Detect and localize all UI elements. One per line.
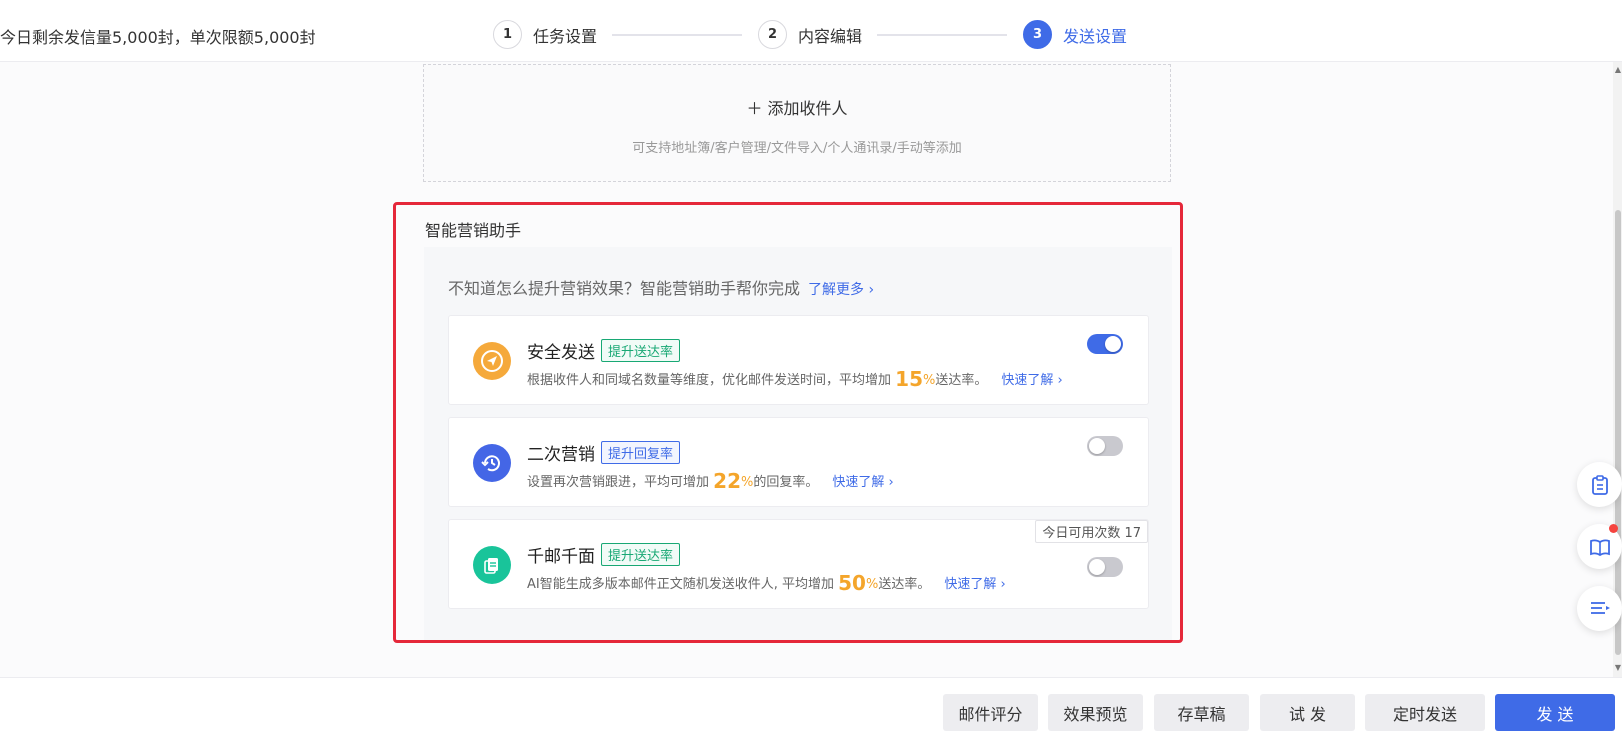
toggle-knob (1105, 336, 1121, 352)
preview-button[interactable]: 效果预览 (1048, 694, 1143, 731)
add-recipients-area[interactable]: ＋ 添加收件人 可支持地址簿/客户管理/文件导入/个人通讯录/手动等添加 (423, 64, 1171, 182)
save-draft-button[interactable]: 存草稿 (1154, 694, 1249, 731)
step-number: 1 (493, 20, 522, 49)
add-recipients-hint: 可支持地址簿/客户管理/文件导入/个人通讯录/手动等添加 (632, 141, 962, 156)
feature-desc-text: 设置再次营销跟进，平均可增加 (527, 475, 710, 490)
feature-description: 设置再次营销跟进，平均可增加 22%的回复率。 快速了解 › (527, 469, 894, 493)
feature-desc-text: 根据收件人和同域名数量等维度，优化邮件发送时间，平均增加 (527, 373, 892, 388)
step-label: 任务设置 (533, 26, 598, 46)
assistant-desc-text: 不知道怎么提升营销效果？智能营销助手帮你完成 (448, 279, 801, 298)
feature-desc-suffix: 的回复率。 (753, 475, 819, 490)
secondary-marketing-toggle[interactable] (1087, 436, 1123, 456)
feature-name-text: 安全发送 (527, 343, 595, 363)
top-bar: 今日剩余发信量5,000封，单次限额5,000封 1 任务设置 2 内容编辑 3… (0, 0, 1622, 62)
feature-description: 根据收件人和同域名数量等维度，优化邮件发送时间，平均增加 15%送达率。 快速了解… (527, 367, 1063, 391)
feature-percent-unit: % (741, 475, 754, 490)
feature-desc-suffix: 送达率。 (935, 373, 988, 388)
feature-percent-unit: % (923, 373, 936, 388)
feature-percent-unit: % (865, 577, 879, 592)
step-number: 3 (1023, 20, 1053, 49)
quick-learn-link[interactable]: 快速了解 › (1001, 373, 1062, 388)
outline-float-button[interactable] (1577, 586, 1622, 631)
send-icon (473, 342, 511, 380)
scrollbar-thumb[interactable] (1615, 210, 1621, 655)
step-connector (612, 33, 743, 36)
quick-learn-label: 快速了解 (1001, 373, 1054, 388)
daily-usage-badge: 今日可用次数 17 (1035, 520, 1148, 543)
feature-percent: 22 (713, 469, 741, 493)
step-label: 内容编辑 (798, 26, 863, 46)
feature-name-text: 二次营销 (527, 445, 595, 465)
add-recipients-label: 添加收件人 (767, 99, 848, 118)
list-icon (1590, 601, 1610, 614)
step-connector (877, 33, 1008, 36)
feature-desc-text: AI智能生成多版本邮件正文随机发送收件人, 平均增加 (527, 577, 834, 592)
chevron-right-icon: › (888, 475, 894, 490)
quick-learn-link[interactable]: 快速了解 › (832, 475, 893, 490)
daily-quota-text: 今日剩余发信量5,000封，单次限额5,000封 (0, 28, 316, 47)
copy-icon (473, 546, 511, 584)
add-recipients-button[interactable]: ＋ 添加收件人 (424, 95, 1170, 119)
feature-name: 二次营销 提升回复率 (527, 440, 681, 465)
step-send-settings[interactable]: 3 发送设置 (1023, 20, 1127, 49)
step-label: 发送设置 (1063, 26, 1128, 46)
scroll-up-arrow[interactable]: ▲ (1614, 66, 1622, 74)
assistant-title: 智能营销助手 (425, 221, 522, 240)
quick-learn-link[interactable]: 快速了解 › (944, 577, 1005, 592)
step-number: 2 (758, 20, 788, 49)
quick-learn-label: 快速了解 (832, 475, 885, 490)
chevron-right-icon: › (1000, 577, 1006, 592)
feature-description: AI智能生成多版本邮件正文随机发送收件人, 平均增加 50%送达率。 快速了解 › (527, 571, 1006, 595)
toggle-knob (1089, 559, 1105, 575)
smart-marketing-assistant: 智能营销助手 不知道怎么提升营销效果？智能营销助手帮你完成 了解更多 › 安全发送… (393, 202, 1183, 643)
guide-float-button[interactable] (1577, 524, 1622, 569)
feature-card-safe-send: 安全发送 提升送达率 根据收件人和同域名数量等维度，优化邮件发送时间，平均增加 1… (448, 315, 1149, 405)
learn-more-link[interactable]: 了解更多 › (808, 282, 874, 298)
step-indicator: 1 任务设置 2 内容编辑 3 发送设置 (493, 20, 1127, 49)
feature-desc-suffix: 送达率。 (878, 577, 931, 592)
test-send-button[interactable]: 试 发 (1260, 694, 1355, 731)
feature-name: 安全发送 提升送达率 (527, 338, 681, 363)
toggle-knob (1089, 438, 1105, 454)
send-button[interactable]: 发 送 (1495, 694, 1615, 731)
schedule-send-button[interactable]: 定时发送 (1365, 694, 1485, 731)
feature-card-personalized-mail: 今日可用次数 17 千邮千面 提升送达率 AI智能生成多版本邮件正文随机发送收件人… (448, 519, 1149, 609)
book-icon (1589, 538, 1610, 556)
plus-icon: ＋ (746, 99, 768, 118)
scroll-down-arrow[interactable]: ▼ (1614, 664, 1622, 672)
feature-tag: 提升送达率 (601, 339, 681, 362)
feature-tag: 提升回复率 (601, 441, 681, 464)
quick-learn-label: 快速了解 (944, 577, 997, 592)
safe-send-toggle[interactable] (1087, 334, 1123, 354)
feature-card-secondary-marketing: 二次营销 提升回复率 设置再次营销跟进，平均可增加 22%的回复率。 快速了解 › (448, 417, 1149, 507)
feature-percent: 50 (838, 571, 866, 595)
mail-score-button[interactable]: 邮件评分 (943, 694, 1038, 731)
feature-percent: 15 (895, 367, 923, 391)
personalized-mail-toggle[interactable] (1087, 557, 1123, 577)
refresh-icon (473, 444, 511, 482)
assistant-panel: 不知道怎么提升营销效果？智能营销助手帮你完成 了解更多 › 安全发送 提升送达率 根… (424, 247, 1172, 640)
notification-dot (1609, 524, 1618, 533)
step-content-edit[interactable]: 2 内容编辑 (758, 20, 862, 49)
notepad-icon (1591, 474, 1608, 495)
assistant-description: 不知道怎么提升营销效果？智能营销助手帮你完成 了解更多 › (448, 275, 874, 299)
step-task-settings[interactable]: 1 任务设置 (493, 20, 597, 49)
feature-tag: 提升送达率 (601, 543, 681, 566)
chevron-right-icon: › (1057, 373, 1063, 388)
bottom-action-bar: 邮件评分 效果预览 存草稿 试 发 定时发送 发 送 (0, 677, 1622, 748)
feature-name-text: 千邮千面 (527, 547, 595, 567)
chevron-right-icon: › (868, 282, 875, 298)
notepad-float-button[interactable] (1577, 462, 1622, 507)
feature-name: 千邮千面 提升送达率 (527, 542, 681, 567)
learn-more-label: 了解更多 (808, 282, 865, 298)
